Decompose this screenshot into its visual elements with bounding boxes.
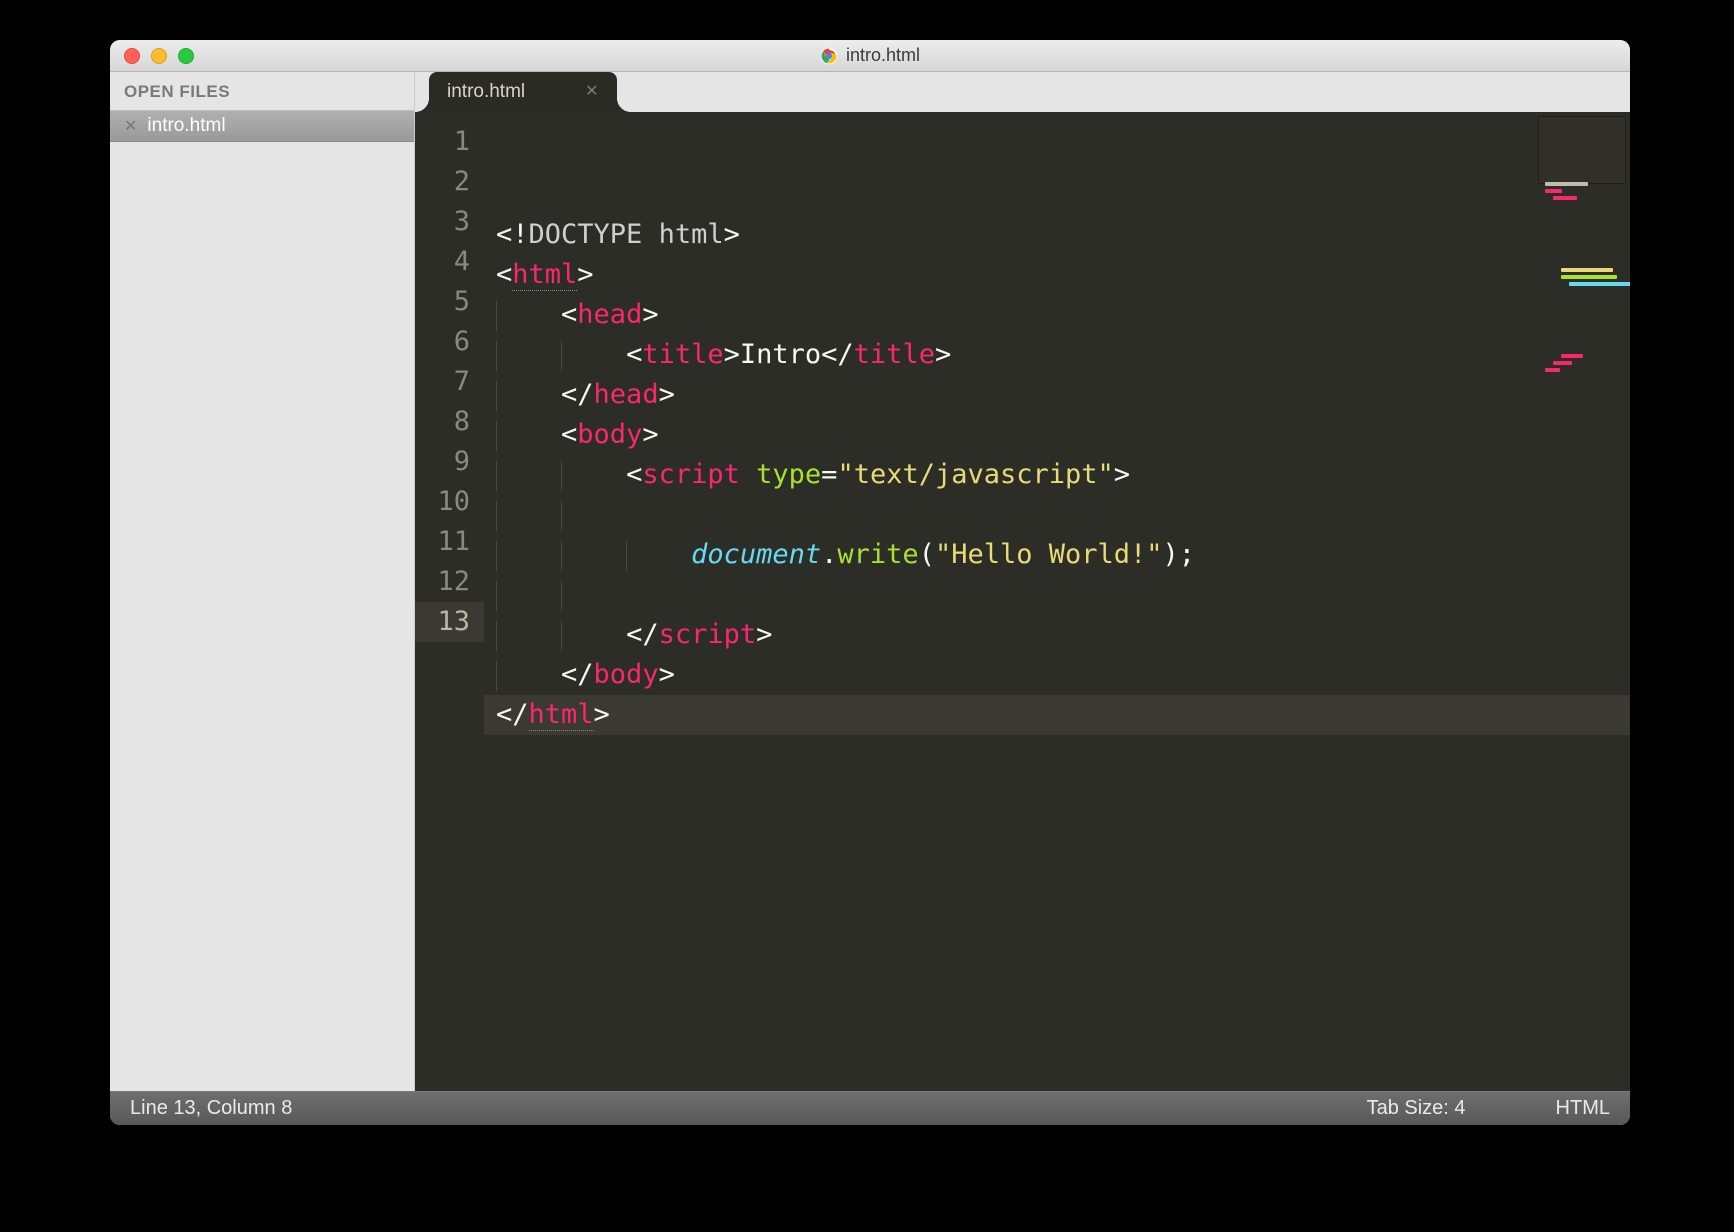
sidebar: OPEN FILES ✕ intro.html (110, 72, 415, 1091)
code-line[interactable] (484, 495, 1630, 535)
open-file-item[interactable]: ✕ intro.html (110, 110, 414, 142)
line-number: 4 (415, 242, 484, 282)
line-number: 5 (415, 282, 484, 322)
code-line[interactable]: </body> (484, 655, 1630, 695)
tab-label: intro.html (447, 81, 525, 103)
status-tabsize[interactable]: Tab Size: 4 (1367, 1097, 1466, 1120)
line-number: 3 (415, 202, 484, 242)
code-line[interactable]: document.write("Hello World!"); (484, 535, 1630, 575)
sidebar-header: OPEN FILES (110, 72, 414, 110)
status-syntax[interactable]: HTML (1556, 1097, 1610, 1120)
traffic-lights (110, 48, 194, 64)
minimap[interactable] (1538, 116, 1626, 184)
chrome-icon (820, 47, 838, 65)
window-title: intro.html (110, 45, 1630, 66)
line-number: 10 (415, 482, 484, 522)
app-window: intro.html OPEN FILES ✕ intro.html intro… (110, 40, 1630, 1125)
editor[interactable]: 12345678910111213 <!DOCTYPE html><html> … (415, 112, 1630, 1091)
line-number: 9 (415, 442, 484, 482)
line-number-gutter: 12345678910111213 (415, 112, 484, 1091)
code-area[interactable]: <!DOCTYPE html><html> <head> <title>Intr… (484, 112, 1630, 1091)
titlebar[interactable]: intro.html (110, 40, 1630, 72)
status-position[interactable]: Line 13, Column 8 (130, 1097, 292, 1120)
zoom-window-button[interactable] (178, 48, 194, 64)
code-line[interactable]: <script type="text/javascript"> (484, 455, 1630, 495)
line-number: 6 (415, 322, 484, 362)
code-line[interactable]: <head> (484, 295, 1630, 335)
tabbar: intro.html ✕ (415, 72, 1630, 112)
line-number: 8 (415, 402, 484, 442)
code-line[interactable]: </script> (484, 615, 1630, 655)
minimize-window-button[interactable] (151, 48, 167, 64)
code-line[interactable] (484, 575, 1630, 615)
close-tab-icon[interactable]: ✕ (585, 84, 598, 100)
code-line[interactable]: <html> (484, 255, 1630, 295)
tab-intro-html[interactable]: intro.html ✕ (429, 72, 617, 112)
code-line[interactable]: </html> (484, 695, 1630, 735)
line-number: 2 (415, 162, 484, 202)
line-number: 7 (415, 362, 484, 402)
code-line[interactable]: <!DOCTYPE html> (484, 215, 1630, 255)
close-window-button[interactable] (124, 48, 140, 64)
code-line[interactable]: <title>Intro</title> (484, 335, 1630, 375)
code-line[interactable]: <body> (484, 415, 1630, 455)
line-number: 1 (415, 122, 484, 162)
line-number: 12 (415, 562, 484, 602)
editor-area: intro.html ✕ 12345678910111213 <!DOCTYPE… (415, 72, 1630, 1091)
close-file-icon[interactable]: ✕ (124, 116, 137, 136)
window-title-text: intro.html (846, 45, 920, 66)
open-file-name: intro.html (147, 115, 225, 137)
code-line[interactable]: </head> (484, 375, 1630, 415)
line-number: 13 (415, 602, 484, 642)
statusbar: Line 13, Column 8 Tab Size: 4 HTML (110, 1091, 1630, 1125)
line-number: 11 (415, 522, 484, 562)
